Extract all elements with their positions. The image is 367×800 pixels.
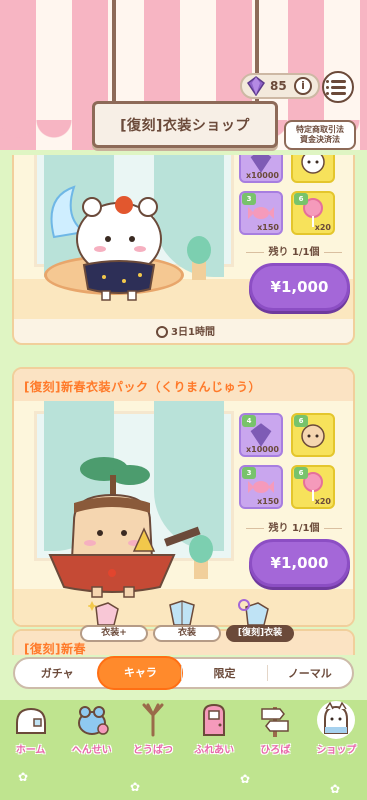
character-ticket-icon bbox=[301, 155, 325, 174]
kurimanju-character bbox=[48, 457, 201, 598]
flower-icon: ✿ bbox=[330, 782, 341, 796]
filter-tab-active[interactable]: キャラ bbox=[97, 656, 184, 690]
rarity-badge: 6 bbox=[294, 467, 308, 479]
info-button[interactable]: i bbox=[294, 77, 312, 95]
category-tabs: 衣装+ 衣装 [復刻]衣装 bbox=[80, 597, 295, 649]
timer-text: 3日1時間 bbox=[14, 323, 353, 338]
reward-qty: x10000 bbox=[246, 445, 279, 454]
filter-bar: ガチャ キャラ 限定 ノーマル bbox=[13, 656, 354, 690]
nav-label: ふれあい bbox=[194, 745, 235, 756]
revival-outfit-icon bbox=[238, 599, 269, 626]
flower-icon: ✿ bbox=[18, 770, 29, 784]
shop-sign: [復刻]衣装ショップ bbox=[92, 101, 278, 148]
reward-item[interactable]: 6 x20 bbox=[291, 191, 335, 235]
shop-icon bbox=[317, 701, 356, 739]
nav-plaza[interactable]: ひろば bbox=[245, 698, 306, 768]
hamster-character bbox=[50, 185, 162, 301]
sign-rope bbox=[112, 0, 116, 106]
rarity-badge: 3 bbox=[242, 193, 256, 205]
legal-line-1: 特定商取引法 bbox=[296, 125, 344, 134]
rarity-badge: 4 bbox=[242, 415, 256, 427]
filter-tab[interactable]: ガチャ bbox=[15, 665, 99, 681]
nav-label: ひろば bbox=[260, 745, 291, 756]
reward-item[interactable]: 3 x150 bbox=[239, 191, 283, 235]
offer-card: [復刻]新春衣装パック（くりまんじゅう） 4 x10000 6 3 x150 6… bbox=[12, 367, 355, 627]
reward-item[interactable]: 6 x20 bbox=[291, 465, 335, 509]
category-tab[interactable]: 衣装+ bbox=[80, 625, 148, 642]
nav-interaction[interactable]: ふれあい bbox=[184, 698, 245, 768]
category-tab[interactable]: 衣装 bbox=[153, 625, 221, 642]
remaining-stock: 残り 1/1個 bbox=[239, 243, 349, 258]
filter-tab[interactable]: ノーマル bbox=[266, 665, 352, 681]
plant-icon bbox=[187, 236, 211, 280]
reward-item[interactable]: 6 bbox=[291, 413, 335, 457]
reward-qty: x150 bbox=[257, 223, 279, 232]
reward-qty: x20 bbox=[314, 223, 331, 232]
reward-item[interactable]: 4 x10000 bbox=[239, 413, 283, 457]
nav-home[interactable]: ホーム bbox=[0, 698, 61, 768]
reward-qty: x20 bbox=[314, 497, 331, 506]
plaza-icon bbox=[261, 707, 290, 737]
formation-icon bbox=[77, 706, 109, 735]
battle-icon bbox=[142, 703, 164, 737]
offer-list[interactable]: 4 x10000 6 3 x150 6 x20 残り 1/1個 ¥1,000 3… bbox=[0, 155, 367, 655]
nav-label: へんせい bbox=[71, 745, 112, 756]
candy-icon bbox=[248, 481, 274, 493]
home-icon bbox=[15, 707, 46, 734]
remaining-stock: 残り 1/1個 bbox=[239, 519, 349, 534]
nav-formation[interactable]: へんせい bbox=[61, 698, 122, 768]
nav-battle[interactable]: とうばつ bbox=[122, 698, 183, 768]
buy-button[interactable]: ¥1,000 bbox=[249, 539, 350, 587]
outfit-icon bbox=[169, 600, 195, 626]
reward-qty: x150 bbox=[257, 497, 279, 506]
filter-tab[interactable]: 限定 bbox=[181, 665, 266, 681]
reward-item[interactable]: 6 bbox=[291, 155, 335, 183]
legal-notice-button[interactable]: 特定商取引法 資金決済法 bbox=[284, 120, 356, 150]
buy-button[interactable]: ¥1,000 bbox=[249, 263, 350, 311]
nav-label: とうばつ bbox=[132, 745, 173, 756]
offer-card: 4 x10000 6 3 x150 6 x20 残り 1/1個 ¥1,000 3… bbox=[12, 155, 355, 345]
candy-icon bbox=[248, 207, 274, 219]
reward-item[interactable]: 4 x10000 bbox=[239, 155, 283, 183]
nav-shop[interactable]: ショップ bbox=[306, 698, 367, 768]
flower-icon: ✿ bbox=[240, 772, 251, 786]
rarity-badge: 6 bbox=[294, 193, 308, 205]
reward-grid: 4 x10000 6 3 x150 6 x20 bbox=[239, 413, 335, 509]
sparkle-outfit-icon bbox=[88, 601, 119, 626]
reward-grid: 4 x10000 6 3 x150 6 x20 bbox=[239, 155, 335, 235]
rarity-badge: 6 bbox=[294, 415, 308, 427]
interaction-icon bbox=[203, 703, 226, 736]
gem-count: 85 bbox=[270, 79, 287, 93]
timer-value: 3日1時間 bbox=[171, 327, 215, 338]
category-tab-active[interactable]: [復刻]衣装 bbox=[226, 625, 294, 642]
reward-item[interactable]: 3 x150 bbox=[239, 465, 283, 509]
menu-button[interactable] bbox=[322, 71, 354, 103]
offer-title: [復刻]新春衣装パック（くりまんじゅう） bbox=[14, 369, 353, 401]
rarity-badge: 3 bbox=[242, 467, 256, 479]
reward-qty: x10000 bbox=[246, 171, 279, 180]
gem-icon bbox=[246, 76, 266, 96]
page-title: [復刻]衣装ショップ bbox=[120, 117, 250, 134]
legal-line-2: 資金決済法 bbox=[300, 135, 340, 144]
bottom-nav: ホーム へんせい とうばつ ふれあい ひろば ショップ bbox=[0, 698, 367, 768]
nav-label: ショップ bbox=[316, 745, 357, 756]
flower-icon: ✿ bbox=[130, 780, 141, 794]
nav-label: ホーム bbox=[15, 745, 46, 756]
clock-icon bbox=[156, 326, 169, 338]
